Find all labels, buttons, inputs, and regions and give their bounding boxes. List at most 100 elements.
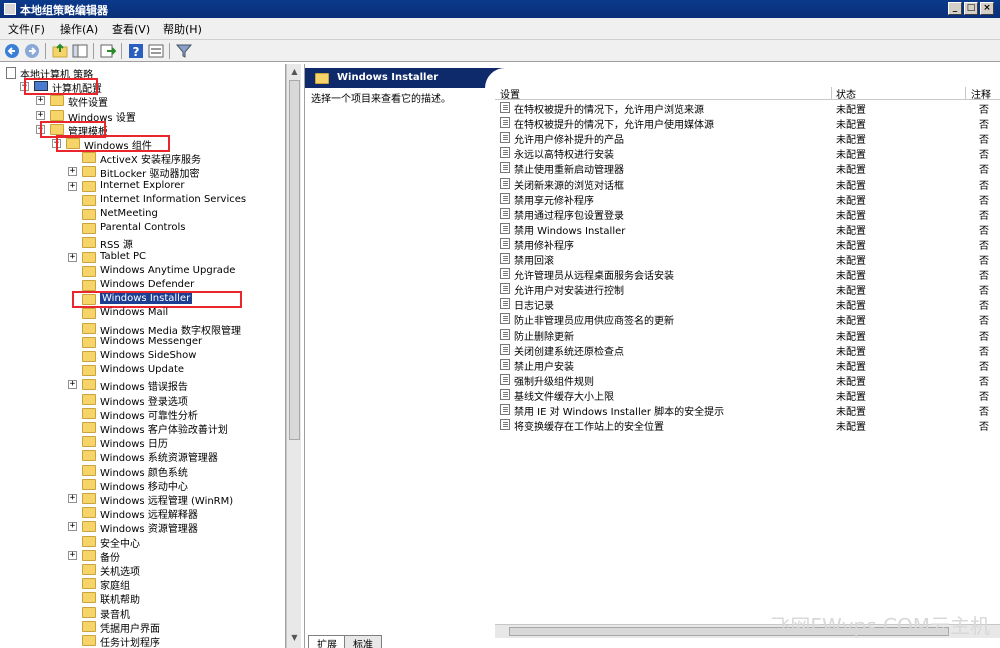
tree-item[interactable]: 安全中心: [0, 535, 285, 550]
policy-row[interactable]: 禁用 IE 对 Windows Installer 脚本的安全提示 未配置 否: [495, 402, 1000, 418]
tree-item[interactable]: + Windows 错误报告: [0, 378, 285, 393]
tree-item[interactable]: + 备份: [0, 549, 285, 564]
policy-row[interactable]: 基线文件缓存大小上限 未配置 否: [495, 387, 1000, 403]
tree-item[interactable]: Windows 系统资源管理器: [0, 449, 285, 464]
expand-icon[interactable]: +: [68, 522, 77, 532]
policy-row[interactable]: 禁用回滚 未配置 否: [495, 251, 1000, 267]
folder-icon: [82, 265, 96, 277]
up-icon[interactable]: [52, 43, 68, 59]
expand-icon[interactable]: +: [68, 550, 77, 560]
policy-state: 未配置: [836, 422, 866, 434]
close-button[interactable]: ×: [980, 2, 994, 15]
menu-action[interactable]: 操作(A): [60, 21, 98, 37]
tree-item[interactable]: Parental Controls: [0, 222, 285, 236]
tab-standard[interactable]: 标准: [344, 635, 382, 648]
maximize-button[interactable]: □: [964, 2, 978, 15]
tree-item[interactable]: Windows Anytime Upgrade: [0, 265, 285, 279]
policy-setting-icon: [500, 237, 510, 249]
show-hide-tree-icon[interactable]: [72, 43, 88, 59]
policy-row[interactable]: 永远以高特权进行安装 未配置 否: [495, 145, 1000, 161]
menu-file[interactable]: 文件(F): [8, 21, 45, 37]
policy-row[interactable]: 允许用户对安装进行控制 未配置 否: [495, 281, 1000, 297]
minimize-button[interactable]: _: [948, 2, 962, 15]
scroll-up-icon[interactable]: ▲: [289, 66, 300, 78]
tree-item[interactable]: Windows Installer: [0, 291, 285, 309]
tree-item[interactable]: Windows Update: [0, 364, 285, 378]
column-comment[interactable]: 注释: [971, 86, 991, 101]
tree-item[interactable]: − Windows 组件: [0, 135, 285, 152]
forward-icon[interactable]: [24, 43, 40, 59]
tree-item[interactable]: Windows 登录选项: [0, 393, 285, 408]
policy-row[interactable]: 日志记录 未配置 否: [495, 296, 1000, 312]
tree-item[interactable]: 关机选项: [0, 563, 285, 578]
tree-item[interactable]: + 软件设置: [0, 94, 285, 109]
tree-item-label: Windows 远程解释器: [100, 510, 198, 522]
export-icon[interactable]: [100, 43, 116, 59]
expand-icon[interactable]: +: [68, 181, 77, 191]
tree-item[interactable]: Windows 客户体验改善计划: [0, 421, 285, 436]
tree-item[interactable]: − 计算机配置: [0, 78, 285, 96]
tree-item[interactable]: RSS 源: [0, 236, 285, 251]
tab-extended[interactable]: 扩展: [308, 635, 346, 648]
policy-row[interactable]: 禁用 Windows Installer 未配置 否: [495, 221, 1000, 237]
filter-icon[interactable]: [176, 43, 192, 59]
scrollbar-thumb[interactable]: [289, 80, 300, 440]
policy-row[interactable]: 在特权被提升的情况下，允许用户浏览来源 未配置 否: [495, 100, 1000, 116]
tree-item[interactable]: + Internet Explorer: [0, 180, 285, 194]
expand-icon[interactable]: +: [68, 380, 77, 390]
menu-help[interactable]: 帮助(H): [163, 21, 202, 37]
policy-row[interactable]: 在特权被提升的情况下，允许用户使用媒体源 未配置 否: [495, 115, 1000, 132]
tree-item[interactable]: + Windows 资源管理器: [0, 520, 285, 535]
policy-row[interactable]: 关闭创建系统还原检查点 未配置 否: [495, 342, 1000, 358]
expand-icon[interactable]: +: [68, 494, 77, 503]
policy-row[interactable]: 禁止使用重新启动管理器 未配置 否: [495, 160, 1000, 176]
policy-row[interactable]: 禁用通过程序包设置登录 未配置 否: [495, 206, 1000, 222]
tree-item[interactable]: Windows Mail: [0, 307, 285, 321]
expand-icon[interactable]: +: [68, 252, 77, 262]
policy-row[interactable]: 禁止用户安装 未配置 否: [495, 357, 1000, 373]
tree-vertical-scrollbar[interactable]: ▲ ▼: [286, 64, 301, 648]
tree-item[interactable]: ActiveX 安装程序服务: [0, 151, 285, 166]
tree-item[interactable]: NetMeeting: [0, 208, 285, 222]
column-state[interactable]: 状态: [836, 86, 856, 101]
tree-item[interactable]: Windows 远程解释器: [0, 506, 285, 522]
tree-item[interactable]: 联机帮助: [0, 591, 285, 606]
policy-name: 在特权被提升的情况下，允许用户使用媒体源: [514, 120, 714, 132]
properties-icon[interactable]: [148, 43, 164, 59]
back-icon[interactable]: [4, 43, 20, 59]
tree-item[interactable]: Windows Media 数字权限管理: [0, 322, 285, 337]
tree-item[interactable]: + BitLocker 驱动器加密: [0, 165, 285, 180]
tree-item[interactable]: + Tablet PC: [0, 251, 285, 265]
policy-row[interactable]: 强制升级组件规则 未配置 否: [495, 372, 1000, 388]
policy-row[interactable]: 允许用户修补提升的产品 未配置 否: [495, 130, 1000, 146]
tree-item[interactable]: Windows 移动中心: [0, 478, 285, 493]
tree-item-label: Internet Information Services: [100, 193, 247, 205]
tree-item[interactable]: Windows SideShow: [0, 350, 285, 364]
tree-item[interactable]: 录音机: [0, 606, 285, 621]
tree-item[interactable]: Windows 可靠性分析: [0, 407, 285, 422]
policy-row[interactable]: 防止非管理员应用供应商签名的更新 未配置 否: [495, 311, 1000, 327]
tree-item[interactable]: Internet Information Services: [0, 193, 285, 208]
policy-row[interactable]: 将变换缓存在工作站上的安全位置 未配置 否: [495, 417, 1000, 434]
tree-item[interactable]: + Windows 远程管理 (WinRM): [0, 492, 285, 507]
expand-icon[interactable]: +: [36, 110, 45, 120]
policy-row[interactable]: 禁用修补程序 未配置 否: [495, 236, 1000, 252]
tree-item[interactable]: Windows 日历: [0, 435, 285, 450]
policy-row[interactable]: 允许管理员从远程桌面服务会话安装 未配置 否: [495, 266, 1000, 282]
folder-icon: [82, 336, 96, 348]
tree-item[interactable]: 凭据用户界面: [0, 620, 285, 635]
tree-item[interactable]: Windows Messenger: [0, 336, 285, 350]
policy-row[interactable]: 关闭新来源的浏览对话框 未配置 否: [495, 176, 1000, 192]
help-icon[interactable]: ?: [128, 43, 144, 59]
tree-item[interactable]: Windows 颜色系统: [0, 464, 285, 479]
scroll-down-icon[interactable]: ▼: [289, 632, 300, 644]
expand-icon[interactable]: +: [36, 96, 45, 106]
tree-item[interactable]: 家庭组: [0, 577, 285, 592]
policy-row[interactable]: 禁用享元修补程序 未配置 否: [495, 191, 1000, 207]
column-setting[interactable]: 设置: [500, 86, 520, 101]
folder-icon: [50, 95, 64, 107]
menu-view[interactable]: 查看(V): [112, 21, 150, 37]
expand-icon[interactable]: +: [68, 167, 77, 177]
tree-item[interactable]: 任务计划程序: [0, 634, 285, 648]
policy-row[interactable]: 防止删除更新 未配置 否: [495, 327, 1000, 343]
